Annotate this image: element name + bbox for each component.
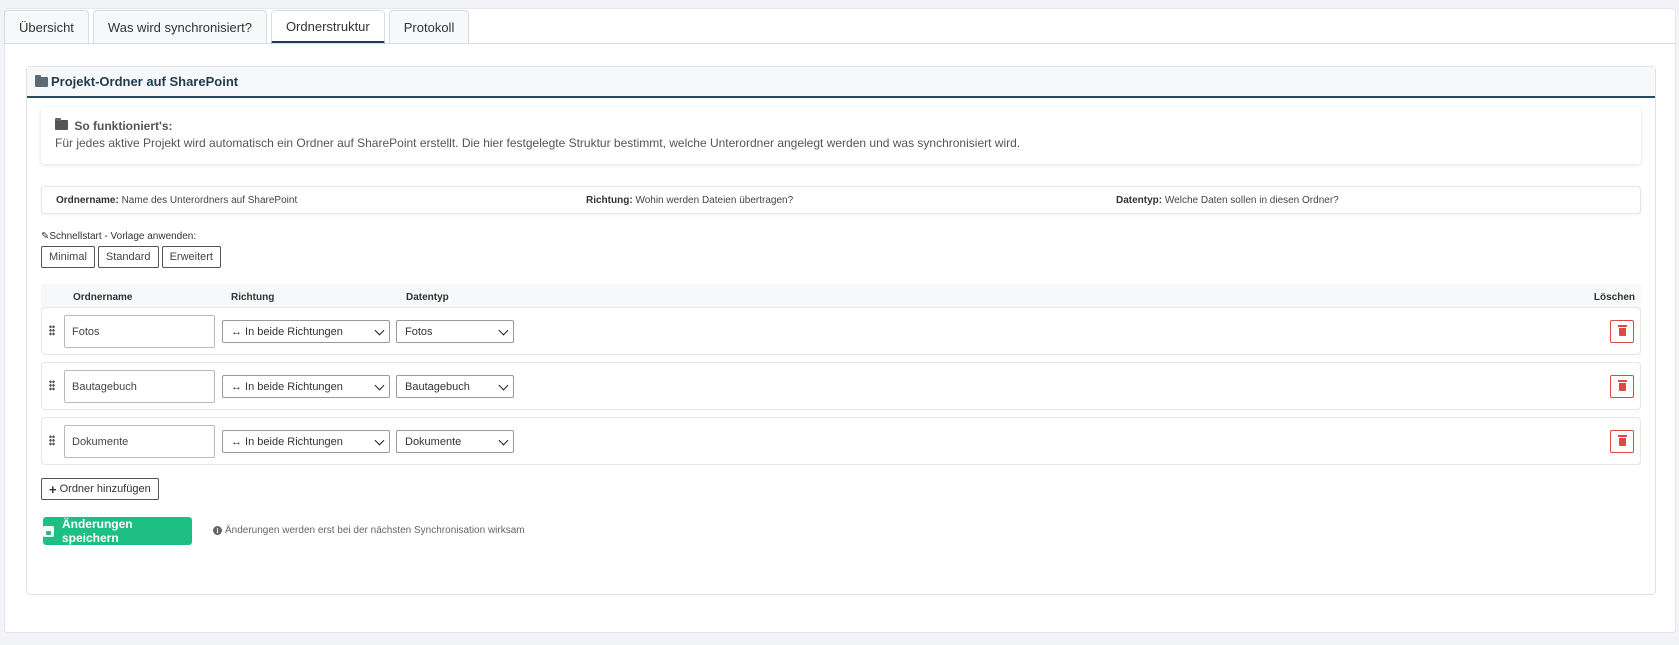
type-select[interactable]: Dokumente — [396, 430, 514, 453]
trash-icon — [1618, 325, 1627, 336]
trash-icon — [1618, 435, 1627, 446]
chevron-down-icon — [374, 325, 385, 336]
template-erweitert-button[interactable]: Erweitert — [161, 246, 221, 268]
folder-open-icon — [55, 118, 68, 130]
folder-name-input[interactable] — [64, 425, 215, 458]
folder-icon — [35, 74, 48, 87]
trash-icon — [1618, 380, 1627, 391]
tab-bar: Übersicht Was wird synchronisiert? Ordne… — [4, 10, 473, 44]
header-name: Ordnername — [73, 292, 133, 303]
add-folder-button[interactable]: + Ordner hinzufügen — [41, 478, 159, 500]
plus-icon: + — [49, 481, 57, 497]
template-standard-button[interactable]: Standard — [97, 246, 159, 268]
save-icon — [43, 525, 54, 537]
tab-protokoll[interactable]: Protokoll — [388, 10, 470, 44]
save-button[interactable]: Änderungen speichern — [43, 517, 192, 545]
tab-was-wird-synchronisiert[interactable]: Was wird synchronisiert? — [92, 10, 267, 44]
chevron-down-icon — [498, 435, 509, 446]
quickstart-label: ✎Schnellstart - Vorlage anwenden: — [41, 231, 197, 242]
panel-title: Projekt-Ordner auf SharePoint — [51, 74, 239, 89]
legend-name: Ordnername: Name des Unterordners auf Sh… — [56, 194, 298, 206]
folder-name-input[interactable] — [64, 370, 215, 403]
type-select[interactable]: Fotos — [396, 320, 514, 343]
header-type: Datentyp — [406, 292, 449, 303]
direction-select[interactable]: ↔ In beide Richtungen — [222, 430, 390, 453]
legend-type: Datentyp: Welche Daten sollen in diesen … — [1116, 194, 1339, 206]
info-title: So funktioniert's: — [55, 118, 1627, 133]
drag-handle-icon[interactable] — [49, 325, 55, 336]
header-delete: Löschen — [1593, 292, 1635, 303]
info-text: Für jedes aktive Projekt wird automatisc… — [55, 136, 1021, 150]
chevron-down-icon — [498, 380, 509, 391]
delete-button[interactable] — [1610, 430, 1634, 453]
how-it-works-box: So funktioniert's: Für jedes aktive Proj… — [41, 107, 1641, 164]
legend-direction: Richtung: Wohin werden Dateien übertrage… — [586, 194, 794, 206]
type-select[interactable]: Bautagebuch — [396, 375, 514, 398]
tab-ordnerstruktur[interactable]: Ordnerstruktur — [270, 10, 385, 44]
header-direction: Richtung — [231, 292, 275, 303]
quickstart: ✎Schnellstart - Vorlage anwenden: Minima… — [41, 231, 224, 268]
panel-header: Projekt-Ordner auf SharePoint — [27, 67, 1655, 98]
delete-button[interactable] — [1610, 375, 1634, 398]
tab-divider — [4, 43, 1675, 44]
template-minimal-button[interactable]: Minimal — [41, 246, 95, 268]
chevron-down-icon — [374, 435, 385, 446]
column-legend: Ordnername: Name des Unterordners auf Sh… — [41, 186, 1641, 214]
chevron-down-icon — [374, 380, 385, 391]
direction-select[interactable]: ↔ In beide Richtungen — [222, 320, 390, 343]
info-icon: i — [213, 526, 222, 535]
folder-structure-panel: Projekt-Ordner auf SharePoint So funktio… — [26, 66, 1656, 595]
table-row: ↔ In beide Richtungen Dokumente — [41, 417, 1641, 465]
chevron-down-icon — [498, 325, 509, 336]
delete-button[interactable] — [1610, 320, 1634, 343]
folder-name-input[interactable] — [64, 315, 215, 348]
tab-uebersicht[interactable]: Übersicht — [4, 10, 89, 44]
drag-handle-icon[interactable] — [49, 380, 55, 391]
save-note: i Änderungen werden erst bei der nächste… — [213, 525, 525, 536]
table-row: ↔ In beide Richtungen Fotos — [41, 307, 1641, 355]
table-row: ↔ In beide Richtungen Bautagebuch — [41, 362, 1641, 410]
direction-select[interactable]: ↔ In beide Richtungen — [222, 375, 390, 398]
drag-handle-icon[interactable] — [49, 435, 55, 446]
